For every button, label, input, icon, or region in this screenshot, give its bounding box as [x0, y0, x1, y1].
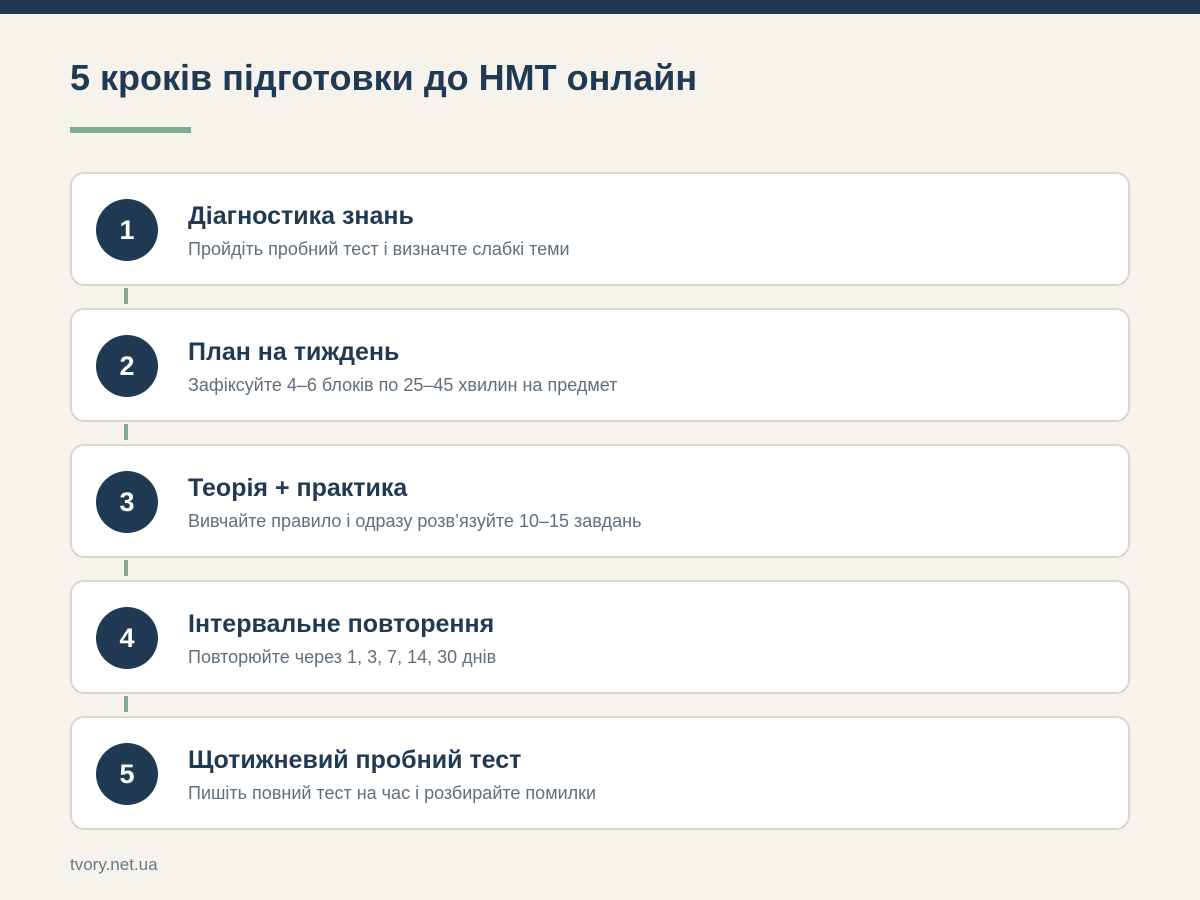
step-description: Вивчайте правило і одразу розв’язуйте 10…: [188, 511, 642, 531]
step-description: Пишіть повний тест на час і розбирайте п…: [188, 783, 597, 803]
step-card-3: 3 Теорія + практика Вивчайте правило і о…: [70, 444, 1130, 558]
step-number-badge: 4: [96, 607, 158, 669]
footer-site-link[interactable]: tvory.net.ua: [70, 855, 158, 875]
step-connector: [124, 696, 128, 712]
step-title: Діагностика знань: [188, 202, 414, 230]
step-title: Теорія + практика: [188, 474, 408, 502]
step-number-badge: 5: [96, 743, 158, 805]
step-number-badge: 2: [96, 335, 158, 397]
step-card-2: 2 План на тиждень Зафіксуйте 4–6 блоків …: [70, 308, 1130, 422]
top-bar: [0, 0, 1200, 14]
step-card-1: 1 Діагностика знань Пройдіть пробний тес…: [70, 172, 1130, 286]
step-description: Пройдіть пробний тест і визначте слабкі …: [188, 239, 570, 259]
step-connector: [124, 424, 128, 440]
step-connector: [124, 288, 128, 304]
step-connector: [124, 560, 128, 576]
step-number-badge: 1: [96, 199, 158, 261]
page-title: 5 кроків підготовки до НМТ онлайн: [70, 57, 698, 98]
step-description: Зафіксуйте 4–6 блоків по 25–45 хвилин на…: [188, 375, 618, 395]
step-title: Щотижневий пробний тест: [188, 746, 522, 774]
step-card-5: 5 Щотижневий пробний тест Пишіть повний …: [70, 716, 1130, 830]
step-title: План на тиждень: [188, 338, 400, 366]
step-card-4: 4 Інтервальне повторення Повторюйте чере…: [70, 580, 1130, 694]
step-title: Інтервальне повторення: [188, 610, 495, 638]
step-number-badge: 3: [96, 471, 158, 533]
step-description: Повторюйте через 1, 3, 7, 14, 30 днів: [188, 647, 497, 667]
title-underline: [70, 127, 191, 133]
